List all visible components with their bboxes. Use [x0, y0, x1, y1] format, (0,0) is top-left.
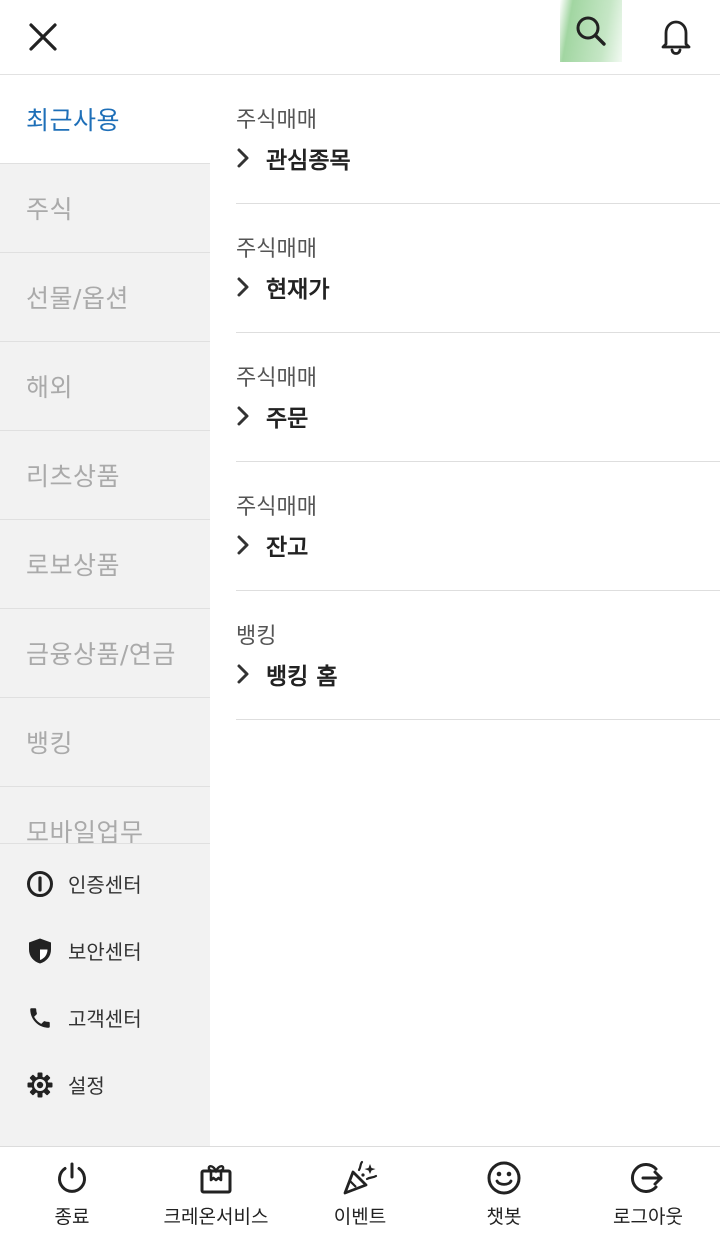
recent-item[interactable]: 주식매매 주문 — [236, 333, 720, 462]
category-list: 최근사용 주식 선물/옵션 해외 리츠상품 로보상품 금융상품/연금 뱅킹 모바… — [0, 75, 210, 843]
gear-icon — [25, 1070, 55, 1100]
chevron-right-icon — [236, 274, 258, 300]
recent-list: 주식매매 관심종목 주식매매 현재가 주식매매 주문 주식매매 잔고 뱅킹 뱅킹… — [236, 75, 720, 720]
recent-item[interactable]: 주식매매 관심종목 — [236, 75, 720, 204]
search-button[interactable] — [560, 0, 622, 62]
smiley-icon — [484, 1158, 524, 1198]
auth-center-label: 인증센터 — [68, 873, 142, 897]
chatbot-label: 챗봇 — [486, 1206, 522, 1228]
bottom-nav: 종료 크레온서비스 이벤트 챗봇 로그아웃 — [0, 1146, 720, 1235]
recent-item-category: 뱅킹 — [236, 624, 277, 649]
recent-item-category: 주식매매 — [236, 366, 317, 391]
auth-center-link[interactable]: 인증센터 — [0, 850, 210, 917]
event-button[interactable]: 이벤트 — [288, 1147, 432, 1235]
customer-center-link[interactable]: 고객센터 — [0, 984, 210, 1051]
settings-link[interactable]: 설정 — [0, 1051, 210, 1118]
logout-icon — [628, 1158, 668, 1198]
recent-item-category: 주식매매 — [236, 108, 317, 133]
top-header — [0, 0, 720, 75]
event-label: 이벤트 — [333, 1206, 387, 1228]
sidebar-item-robo[interactable]: 로보상품 — [0, 520, 210, 609]
logout-label: 로그아웃 — [613, 1206, 683, 1228]
bell-icon — [661, 20, 691, 55]
security-center-label: 보안센터 — [68, 940, 142, 964]
close-icon — [29, 23, 57, 51]
settings-label: 설정 — [68, 1074, 105, 1098]
recent-item-title: 현재가 — [266, 277, 330, 303]
sidebar-item-stocks[interactable]: 주식 — [0, 164, 210, 253]
logout-button[interactable]: 로그아웃 — [576, 1147, 720, 1235]
chatbot-button[interactable]: 챗봇 — [432, 1147, 576, 1235]
close-button[interactable] — [22, 16, 64, 58]
sidebar-item-mobile-work[interactable]: 모바일업무 — [0, 787, 210, 843]
sidebar-item-financial-pension[interactable]: 금융상품/연금 — [0, 609, 210, 698]
sidebar-item-recent[interactable]: 최근사용 — [0, 75, 210, 164]
recent-item[interactable]: 주식매매 현재가 — [236, 204, 720, 333]
sidebar: 최근사용 주식 선물/옵션 해외 리츠상품 로보상품 금융상품/연금 뱅킹 모바… — [0, 75, 210, 1146]
shield-icon — [25, 936, 55, 966]
recent-item-title: 잔고 — [266, 535, 309, 561]
recent-item-title: 뱅킹 홈 — [266, 664, 338, 690]
recent-item[interactable]: 주식매매 잔고 — [236, 462, 720, 591]
notification-button[interactable] — [652, 12, 700, 60]
chevron-right-icon — [236, 403, 258, 429]
chevron-right-icon — [236, 145, 258, 171]
exit-label: 종료 — [54, 1206, 90, 1228]
recent-item-category: 주식매매 — [236, 495, 317, 520]
security-center-link[interactable]: 보안센터 — [0, 917, 210, 984]
creon-service-label: 크레온서비스 — [163, 1206, 269, 1228]
chevron-right-icon — [236, 532, 258, 558]
power-icon — [52, 1158, 92, 1198]
phone-icon — [25, 1003, 55, 1033]
sidebar-item-reits[interactable]: 리츠상품 — [0, 431, 210, 520]
sidebar-item-overseas[interactable]: 해외 — [0, 342, 210, 431]
utility-list: 인증센터 보안센터 고객센터 설정 — [0, 843, 210, 1118]
recent-item-title: 주문 — [266, 406, 309, 432]
gift-icon — [196, 1158, 236, 1198]
chevron-right-icon — [236, 661, 258, 687]
exit-button[interactable]: 종료 — [0, 1147, 144, 1235]
recent-item-category: 주식매매 — [236, 237, 317, 262]
power-circle-icon — [25, 869, 55, 899]
sidebar-item-banking[interactable]: 뱅킹 — [0, 698, 210, 787]
search-icon — [576, 16, 606, 46]
recent-item-title: 관심종목 — [266, 148, 351, 174]
customer-center-label: 고객센터 — [68, 1007, 142, 1031]
recent-item[interactable]: 뱅킹 뱅킹 홈 — [236, 591, 720, 720]
creon-service-button[interactable]: 크레온서비스 — [144, 1147, 288, 1235]
sidebar-item-futures-options[interactable]: 선물/옵션 — [0, 253, 210, 342]
party-icon — [340, 1158, 380, 1198]
